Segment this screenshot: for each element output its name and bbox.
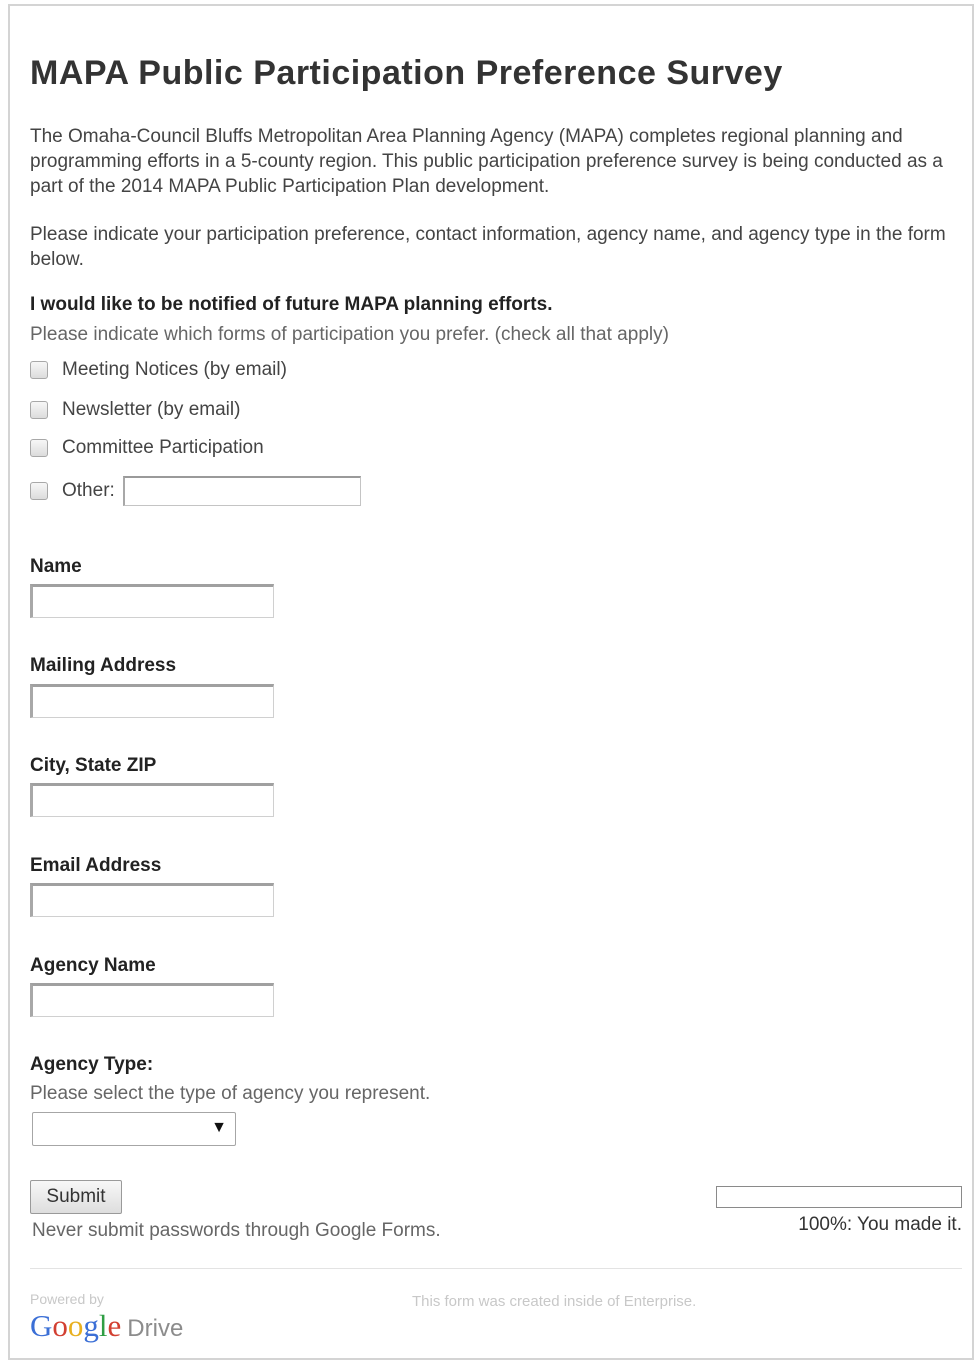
password-warning: Never submit passwords through Google Fo… — [32, 1220, 441, 1241]
agency-type-label: Agency Type: — [30, 1054, 154, 1075]
mailing-address-input[interactable] — [30, 684, 274, 718]
drive-label: Drive — [127, 1315, 184, 1342]
form-title: MAPA Public Participation Preference Sur… — [30, 54, 783, 92]
email-address-input[interactable] — [30, 883, 274, 917]
email-address-label: Email Address — [30, 855, 162, 876]
powered-by-text: Powered by — [30, 1291, 104, 1307]
option-label: Meeting Notices (by email) — [62, 359, 287, 380]
notify-question-label: I would like to be notified of future MA… — [30, 294, 553, 315]
other-text-input[interactable] — [122, 476, 361, 506]
agency-name-input[interactable] — [30, 983, 274, 1017]
checkbox[interactable] — [30, 482, 48, 500]
option-meeting-notices[interactable]: Meeting Notices (by email) — [30, 356, 287, 384]
progress-fill — [717, 1187, 961, 1207]
option-newsletter[interactable]: Newsletter (by email) — [30, 396, 240, 424]
footer-divider — [30, 1268, 962, 1269]
logo-letter: o — [67, 1308, 84, 1343]
logo-letter: l — [98, 1308, 108, 1343]
mailing-address-label: Mailing Address — [30, 655, 177, 676]
agency-name-label: Agency Name — [30, 955, 156, 976]
form-container: MAPA Public Participation Preference Sur… — [8, 4, 974, 1360]
option-label: Newsletter (by email) — [62, 399, 241, 420]
submit-button[interactable]: Submit — [30, 1180, 122, 1214]
agency-type-help: Please select the type of agency you rep… — [30, 1083, 431, 1104]
checkbox[interactable] — [30, 361, 48, 379]
agency-type-select[interactable]: ▼ — [32, 1112, 236, 1146]
google-drive-logo[interactable]: Google Drive — [30, 1308, 183, 1344]
logo-letter: g — [83, 1308, 99, 1343]
logo-letter: e — [107, 1308, 122, 1343]
logo-letter: G — [30, 1308, 53, 1343]
dropdown-arrow-icon: ▼ — [211, 1119, 227, 1136]
option-label: Committee Participation — [62, 437, 264, 458]
progress-bar — [716, 1186, 962, 1208]
created-note: This form was created inside of Enterpri… — [412, 1293, 697, 1310]
progress-text: 100%: You made it. — [798, 1214, 962, 1235]
name-label: Name — [30, 556, 82, 577]
form-description-1: The Omaha-Council Bluffs Metropolitan Ar… — [30, 126, 943, 197]
form-description-2: Please indicate your participation prefe… — [30, 224, 946, 270]
city-state-zip-input[interactable] — [30, 783, 274, 817]
option-other[interactable]: Other: — [30, 474, 361, 508]
notify-question-help: Please indicate which forms of participa… — [30, 324, 669, 345]
name-input[interactable] — [30, 584, 274, 618]
option-label: Other: — [62, 480, 115, 501]
checkbox[interactable] — [30, 401, 48, 419]
checkbox[interactable] — [30, 439, 48, 457]
option-committee-participation[interactable]: Committee Participation — [30, 434, 264, 462]
city-state-zip-label: City, State ZIP — [30, 755, 157, 776]
logo-letter: o — [52, 1308, 68, 1343]
